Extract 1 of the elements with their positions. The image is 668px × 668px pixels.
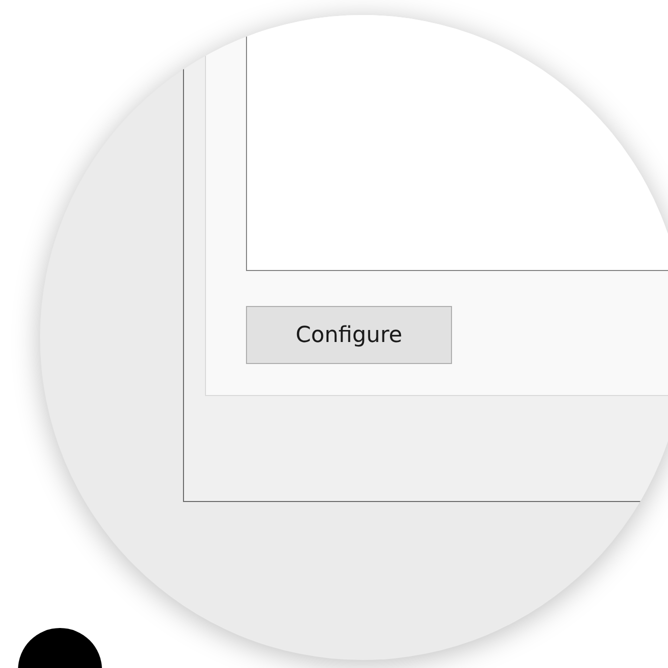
configure-button[interactable]: Configure — [246, 306, 452, 364]
